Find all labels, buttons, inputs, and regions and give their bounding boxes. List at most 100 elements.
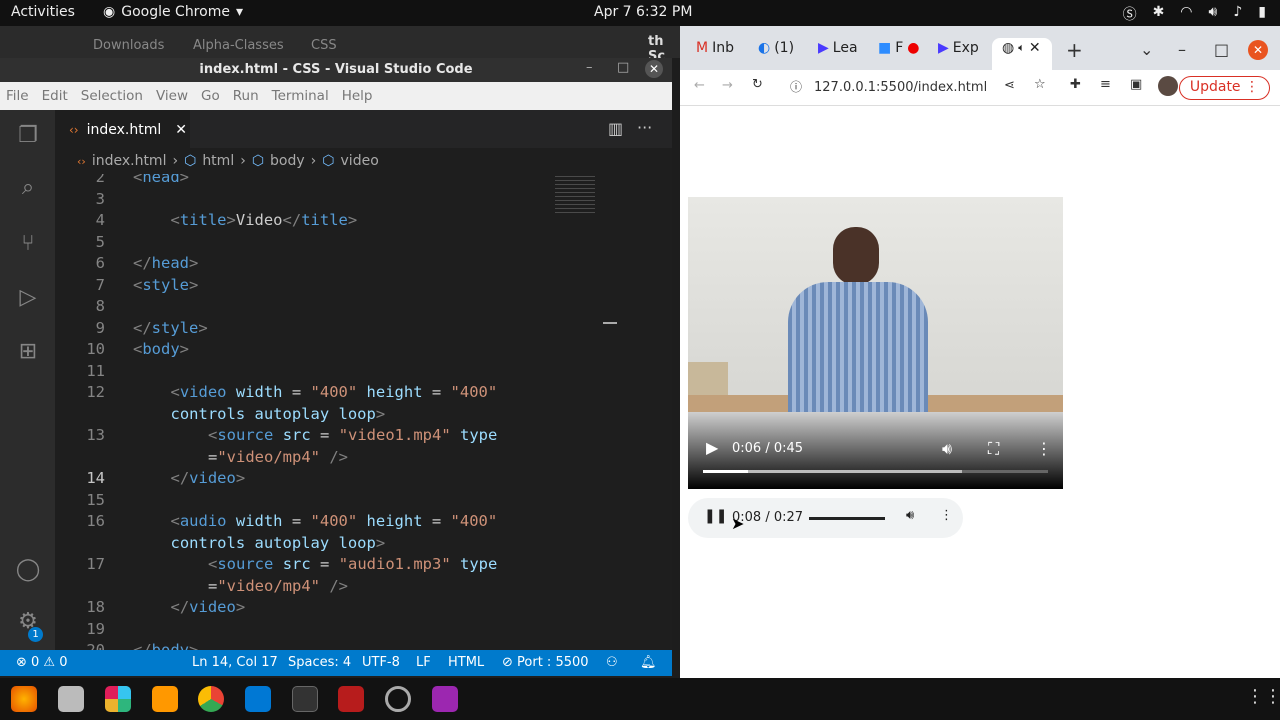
pause-icon[interactable]: ❚❚ bbox=[704, 508, 727, 524]
video-seek-track[interactable] bbox=[703, 470, 1048, 473]
scrollbar-thumb[interactable] bbox=[603, 322, 617, 324]
volume-icon[interactable]: 🔊︎ bbox=[942, 439, 952, 459]
more-options-icon[interactable]: ⋮ bbox=[940, 508, 953, 523]
close-tab-icon[interactable]: ✕ bbox=[175, 122, 187, 138]
line-number: 17 bbox=[86, 555, 105, 573]
element-icon: ⬡ bbox=[322, 153, 335, 169]
media-control-icon[interactable]: ≡ bbox=[1100, 77, 1111, 92]
maximize-icon[interactable]: □ bbox=[617, 60, 629, 75]
breadcrumb-item[interactable]: body bbox=[270, 153, 305, 169]
extensions-icon[interactable]: ⊞ bbox=[14, 338, 42, 366]
browser-tab[interactable]: ■ F ● bbox=[878, 40, 920, 56]
app-menu[interactable]: ◉ Google Chrome ▾ bbox=[103, 4, 243, 20]
breadcrumb-item[interactable]: html bbox=[202, 153, 234, 169]
chrome-icon[interactable] bbox=[198, 686, 224, 712]
close-icon[interactable]: ✕ bbox=[645, 60, 663, 78]
slack-icon[interactable] bbox=[105, 686, 131, 712]
menu-run[interactable]: Run bbox=[233, 88, 259, 104]
browser-tab[interactable]: ▶ Exp bbox=[938, 40, 979, 56]
clock[interactable]: Apr 7 6:32 PM bbox=[594, 4, 692, 20]
browser-tab-active[interactable]: ◍ 🔈︎ ✕ bbox=[1002, 40, 1041, 56]
extensions-icon[interactable]: ✚ bbox=[1070, 77, 1081, 92]
close-icon[interactable]: ✕ bbox=[1248, 40, 1268, 60]
audio-player[interactable]: ❚❚ 0:08 / 0:27 🔊︎ ⋮ bbox=[688, 498, 963, 538]
video-frame bbox=[688, 197, 1063, 412]
menu-selection[interactable]: Selection bbox=[81, 88, 143, 104]
split-editor-icon[interactable]: ▥ bbox=[608, 119, 623, 138]
video-player[interactable]: ▶ 0:06 / 0:45 🔊︎ ⛶ ⋮ bbox=[688, 197, 1063, 489]
menu-view[interactable]: View bbox=[156, 88, 188, 104]
back-icon[interactable]: ← bbox=[694, 78, 705, 93]
breadcrumb: ‹› index.html › ⬡ html › ⬡ body › ⬡ vide… bbox=[55, 148, 672, 174]
files-icon[interactable] bbox=[58, 686, 84, 712]
slack-icon[interactable]: ✱ bbox=[1153, 4, 1165, 24]
volume-icon[interactable]: 🔊︎ bbox=[906, 508, 914, 523]
cursor-position[interactable]: Ln 14, Col 17 bbox=[192, 655, 278, 670]
forward-icon[interactable]: → bbox=[722, 78, 733, 93]
live-server-port[interactable]: ⊘ Port : 5500 bbox=[502, 655, 589, 670]
breadcrumb-item[interactable]: index.html bbox=[92, 153, 167, 169]
minimize-icon[interactable]: – bbox=[1178, 40, 1186, 59]
search-icon[interactable]: ⌕ bbox=[14, 174, 42, 202]
wifi-icon[interactable]: ◠ bbox=[1180, 4, 1192, 24]
mic-icon[interactable]: ♪ bbox=[1233, 4, 1242, 24]
tab-search-icon[interactable]: ⌄ bbox=[1140, 40, 1153, 59]
sublime-icon[interactable] bbox=[152, 686, 178, 712]
maximize-icon[interactable]: □ bbox=[1214, 40, 1229, 59]
menu-help[interactable]: Help bbox=[342, 88, 373, 104]
menu-go[interactable]: Go bbox=[201, 88, 220, 104]
menu-edit[interactable]: Edit bbox=[42, 88, 68, 104]
vscode-icon[interactable] bbox=[245, 686, 271, 712]
line-number: 14 bbox=[86, 469, 105, 487]
close-tab-icon[interactable]: ✕ bbox=[1029, 40, 1041, 56]
code-editor[interactable]: 2 <head> 3 4 <title>Video</title> 5 6 </head> 7 <… bbox=[55, 174, 655, 650]
firefox-icon[interactable] bbox=[11, 686, 37, 712]
feedback-icon[interactable]: ⚇ bbox=[606, 655, 618, 670]
problems-indicator[interactable]: ⊗ 0 ⚠ 0 bbox=[16, 655, 68, 670]
system-tray[interactable]: Ⓢ ✱ ◠ 🔊︎ ♪ ▮ bbox=[1123, 4, 1266, 24]
update-button[interactable]: Update ⋮ bbox=[1178, 76, 1270, 100]
new-tab-button[interactable]: + bbox=[1066, 38, 1083, 62]
skype-icon[interactable]: Ⓢ bbox=[1123, 4, 1137, 24]
menu-file[interactable]: File bbox=[6, 88, 29, 104]
info-icon[interactable]: ⓘ bbox=[790, 78, 802, 95]
app-grid-icon[interactable]: ⋮⋮⋮ bbox=[1246, 686, 1280, 707]
reload-icon[interactable]: ↻ bbox=[752, 77, 763, 92]
activities-button[interactable]: Activities bbox=[11, 4, 75, 20]
screen-recorder-icon[interactable] bbox=[432, 686, 458, 712]
minimize-icon[interactable]: – bbox=[586, 60, 593, 75]
browser-tab[interactable]: M Inb bbox=[696, 40, 734, 56]
run-debug-icon[interactable]: ▷ bbox=[14, 284, 42, 312]
share-icon[interactable]: ⋖ bbox=[1004, 78, 1015, 93]
account-icon[interactable]: ◯ bbox=[14, 556, 42, 584]
play-icon[interactable]: ▶ bbox=[706, 438, 718, 457]
volume-icon[interactable]: 🔊︎ bbox=[1209, 4, 1218, 24]
side-panel-icon[interactable]: ▣ bbox=[1130, 77, 1142, 92]
update-label: Update bbox=[1189, 79, 1241, 95]
bell-icon[interactable]: 🔔︎ bbox=[640, 655, 657, 670]
breadcrumb-item[interactable]: video bbox=[341, 153, 379, 169]
tab-index-html[interactable]: ‹› index.html ✕ bbox=[55, 110, 190, 148]
menu-terminal[interactable]: Terminal bbox=[272, 88, 329, 104]
browser-tab[interactable]: ▶ Lea bbox=[818, 40, 858, 56]
fullscreen-icon[interactable]: ⛶ bbox=[988, 439, 999, 459]
filezilla-icon[interactable] bbox=[338, 686, 364, 712]
terminal-icon[interactable] bbox=[292, 686, 318, 712]
line-ending[interactable]: LF bbox=[416, 655, 431, 670]
explorer-icon[interactable]: ❐ bbox=[14, 122, 42, 150]
language-mode[interactable]: HTML bbox=[448, 655, 484, 670]
avatar[interactable] bbox=[1158, 76, 1178, 96]
browser-tab[interactable]: ◐ (1) bbox=[758, 40, 794, 56]
encoding[interactable]: UTF-8 bbox=[362, 655, 400, 670]
settings-icon[interactable] bbox=[385, 686, 411, 712]
source-control-icon[interactable]: ⑂ bbox=[14, 230, 42, 258]
audio-seek-track[interactable] bbox=[809, 517, 885, 520]
minimap[interactable] bbox=[555, 176, 595, 216]
battery-icon[interactable]: ▮ bbox=[1258, 4, 1266, 24]
window-title: index.html - CSS - Visual Studio Code bbox=[0, 58, 672, 82]
bookmark-star-icon[interactable]: ☆ bbox=[1034, 77, 1046, 92]
more-options-icon[interactable]: ⋮ bbox=[1036, 439, 1052, 458]
indentation[interactable]: Spaces: 4 bbox=[288, 655, 351, 670]
more-actions-icon[interactable]: ··· bbox=[637, 118, 652, 137]
address-bar[interactable]: 127.0.0.1:5500/index.html bbox=[814, 74, 1114, 102]
